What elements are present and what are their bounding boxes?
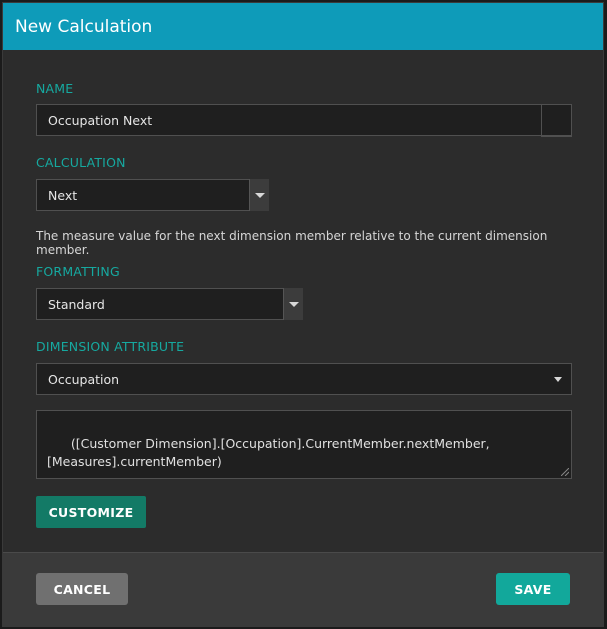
dimension-attribute-select[interactable]: Occupation: [36, 363, 572, 395]
name-field-value: Occupation Next: [48, 112, 153, 128]
dimension-attribute-select-value: Occupation: [48, 371, 120, 387]
calculation-select[interactable]: Next: [36, 179, 269, 211]
customize-button[interactable]: CUSTOMIZE: [36, 496, 146, 528]
formatting-select[interactable]: Standard: [36, 288, 303, 320]
dimension-attribute-label: DIMENSION ATTRIBUTE: [36, 339, 185, 354]
calculation-dropdown-button[interactable]: [249, 179, 269, 211]
expression-textarea[interactable]: ([Customer Dimension].[Occupation].Curre…: [36, 410, 572, 479]
expression-text: ([Customer Dimension].[Occupation].Curre…: [47, 436, 490, 469]
dialog-titlebar: New Calculation: [3, 3, 603, 50]
new-calculation-dialog: New Calculation NAME Occupation Next CAL…: [2, 2, 604, 627]
cancel-button[interactable]: CANCEL: [36, 573, 128, 605]
chevron-down-icon: [554, 377, 562, 382]
calculation-label: CALCULATION: [36, 155, 126, 170]
calculation-description: The measure value for the next dimension…: [36, 229, 548, 257]
calculation-select-value: Next: [48, 187, 78, 203]
dialog-footer: CANCEL SAVE: [3, 552, 603, 626]
chevron-down-icon: [254, 192, 265, 198]
formatting-label: FORMATTING: [36, 264, 120, 279]
formatting-select-value: Standard: [48, 296, 105, 312]
chevron-down-icon: [288, 301, 299, 307]
formatting-dropdown-button[interactable]: [283, 288, 303, 320]
name-field-addon[interactable]: [541, 104, 572, 137]
dialog-title: New Calculation: [15, 16, 153, 37]
save-button[interactable]: SAVE: [496, 573, 570, 605]
name-field[interactable]: Occupation Next: [36, 104, 572, 137]
name-label: NAME: [36, 81, 74, 96]
dialog-body: NAME Occupation Next CALCULATION Next Th…: [3, 50, 603, 554]
resize-handle-icon[interactable]: [561, 468, 569, 476]
